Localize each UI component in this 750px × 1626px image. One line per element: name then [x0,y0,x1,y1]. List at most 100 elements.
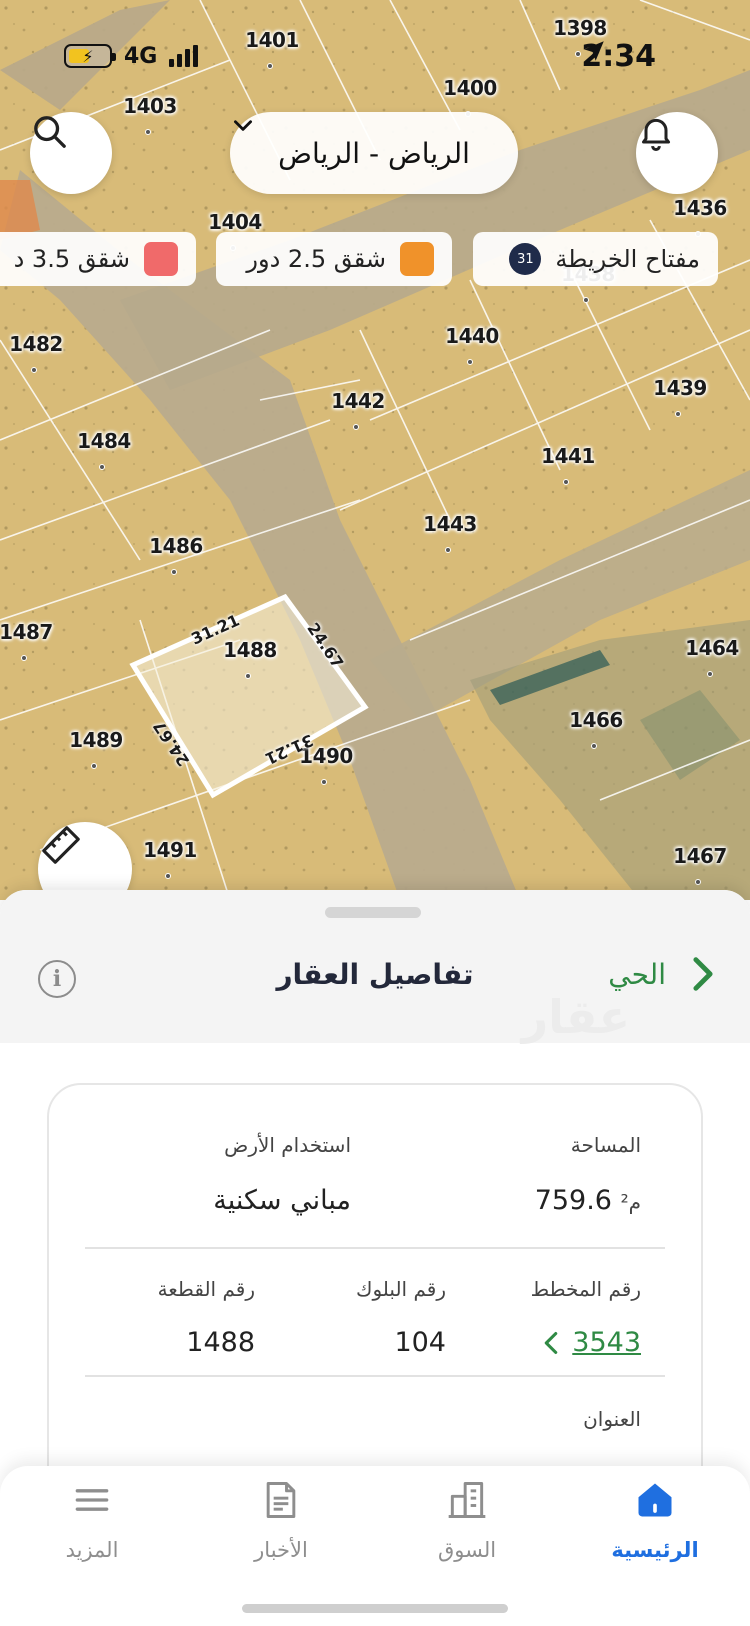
plot-number-label[interactable]: 1439 [653,376,707,400]
divider [85,1247,665,1249]
plot-marker-dot [445,547,451,553]
tab-home-label: الرئيسية [611,1538,699,1562]
block-number-label: رقم البلوك [355,1277,446,1301]
block-number-value: 104 [394,1327,446,1358]
signal-icon [169,45,199,67]
home-indicator [242,1604,508,1613]
plot-number-label[interactable]: 1489 [69,728,123,752]
tab-home[interactable]: الرئيسية [580,1478,730,1562]
plot-number-label[interactable]: 1491 [143,838,197,862]
plot-marker-dot [563,479,569,485]
plan-number-link[interactable]: 3543 [542,1327,641,1358]
parcel-number-label: رقم القطعة [157,1277,255,1301]
bell-icon [642,118,670,151]
tab-market[interactable]: السوق [392,1478,542,1562]
watermark-logo: عقار [521,990,630,1044]
area-unit: م² [620,1190,641,1214]
plot-number-label[interactable]: 1443 [423,512,477,536]
legend-swatch-orange [400,242,434,276]
bottom-tab-bar: الرئيسية السوق الأخبار المزيد [0,1466,750,1626]
plot-marker-dot [583,297,589,303]
sheet-grabber[interactable] [325,907,421,918]
plot-number-label[interactable]: 1464 [685,636,739,660]
plot-marker-dot [171,569,177,575]
plot-number-label[interactable]: 1401 [245,28,299,52]
network-type: 4G [124,43,158,69]
plot-marker-dot [21,655,27,661]
city-selector[interactable]: الرياض - الرياض [230,112,518,194]
plot-marker-dot [695,879,701,885]
plot-number-label[interactable]: 1467 [673,844,727,868]
legend-item-label: شقق 3.5 د [13,245,130,273]
plot-marker-dot [145,129,151,135]
district-link[interactable]: الحي [608,954,718,994]
search-icon [34,116,66,148]
parcel-number-value: 1488 [186,1327,255,1358]
news-icon [266,1482,296,1518]
plot-number-label[interactable]: 1440 [445,324,499,348]
tab-more-label: المزيد [65,1538,119,1562]
chevron-left-icon [545,1331,558,1354]
plot-marker-dot [245,673,251,679]
plot-number-label[interactable]: 1442 [331,389,385,413]
land-use-label: استخدام الأرض [224,1133,351,1157]
map-legend-key-label: مفتاح الخريطة [555,245,700,273]
plot-marker-dot [267,63,273,69]
search-button[interactable] [30,112,112,194]
status-right: 2:34 [581,38,656,74]
map-legend-key[interactable]: مفتاح الخريطة 31 [473,232,718,286]
plot-number-label[interactable]: 1404 [208,210,262,234]
plot-number-label[interactable]: 1436 [673,196,727,220]
area-label: المساحة [570,1133,641,1157]
plot-number-label[interactable]: 1441 [541,444,595,468]
chevron-down-icon [234,120,252,131]
area-value: 759.6 م² [535,1185,641,1216]
plot-marker-dot [675,411,681,417]
plot-marker-dot [591,743,597,749]
plot-number-label[interactable]: 1403 [123,94,177,118]
plot-number-label[interactable]: 1482 [9,332,63,356]
status-left: ⚡ 4G [64,38,199,74]
plot-marker-dot [321,779,327,785]
sheet-header: i تفاصيل العقار عقار الحي [0,890,750,1044]
tab-more[interactable]: المزيد [17,1478,167,1562]
tab-market-label: السوق [437,1538,497,1562]
district-label: الحي [608,957,666,991]
plot-marker-dot [165,873,171,879]
plot-marker-dot [467,359,473,365]
plot-number-label[interactable]: 1400 [443,76,497,100]
menu-icon [75,1489,109,1511]
property-card: المساحة 759.6 م² استخدام الأرض مباني سكن… [47,1083,703,1523]
plot-number-label[interactable]: 1486 [149,534,203,558]
map-legend-badge: 31 [509,243,542,275]
buildings-icon [448,1482,486,1518]
plot-marker-dot [575,51,581,57]
area-number: 759.6 [534,1185,612,1216]
notifications-button[interactable] [636,112,718,194]
plot-number-label[interactable]: 1484 [77,429,131,453]
map-view[interactable]: 1401139814001403140414361438148214401442… [0,0,750,900]
legend-swatch-red [144,242,178,276]
ruler-icon [42,826,80,864]
land-use-value: مباني سكنية [213,1185,351,1216]
plot-number-label[interactable]: 1488 [223,638,277,662]
home-icon [638,1483,672,1517]
plot-marker-dot [31,367,37,373]
tab-news-label: الأخبار [254,1538,308,1562]
tab-news[interactable]: الأخبار [206,1478,356,1562]
plot-marker-dot [99,464,105,470]
chevron-right-icon [693,957,713,991]
divider [85,1375,665,1377]
legend-item-apartments-2-5[interactable]: شقق 2.5 دور [216,232,452,286]
plot-number-label[interactable]: 1487 [0,620,53,644]
plot-marker-dot [353,424,359,430]
address-label: العنوان [583,1407,641,1431]
plot-number-label[interactable]: 1398 [553,16,607,40]
legend-item-apartments-3-5[interactable]: شقق 3.5 د [0,232,196,286]
location-arrow-icon [584,41,605,61]
plot-marker-dot [91,763,97,769]
plan-number-label: رقم المخطط [530,1277,641,1301]
battery-icon: ⚡ [64,44,116,68]
legend-item-label: شقق 2.5 دور [246,245,386,273]
plot-number-label[interactable]: 1466 [569,708,623,732]
